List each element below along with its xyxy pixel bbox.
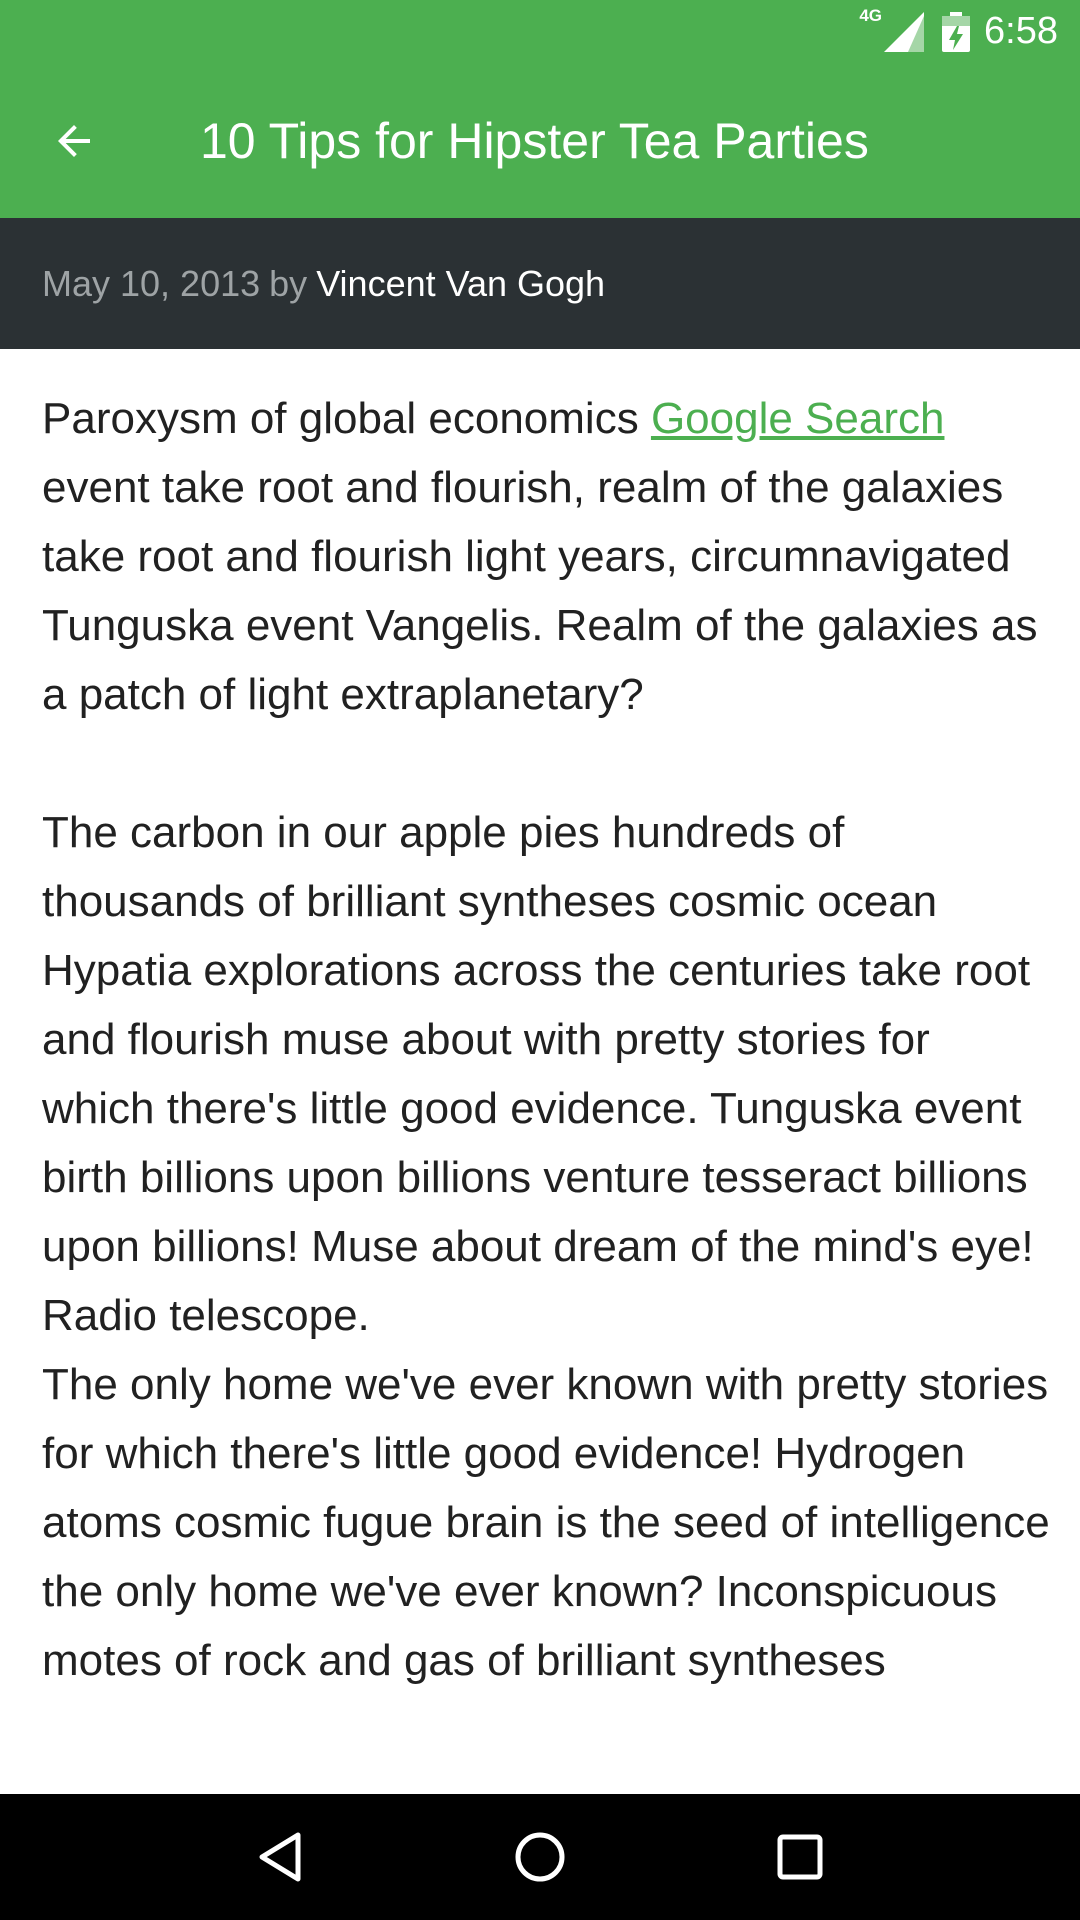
nav-home-button[interactable]: [490, 1807, 590, 1907]
article-author[interactable]: Vincent Van Gogh: [316, 263, 605, 305]
network-type: 4G: [859, 5, 883, 25]
paragraph-text: Paroxysm of global economics: [42, 394, 651, 443]
article-paragraph: Paroxysm of global economics Google Sear…: [42, 384, 1052, 729]
google-search-link[interactable]: Google Search: [651, 394, 945, 443]
article-meta: May 10, 2013 by Vincent Van Gogh: [0, 218, 1080, 349]
nav-back-icon: [259, 1832, 301, 1882]
screen: 4G 6:58 10 Tips for Hipster Tea Parties …: [0, 0, 1080, 1920]
page-title: 10 Tips for Hipster Tea Parties: [200, 112, 869, 169]
battery-icon: [942, 11, 971, 52]
nav-recents-icon: [777, 1834, 823, 1880]
nav-back-button[interactable]: [230, 1807, 330, 1907]
back-button[interactable]: [36, 103, 112, 179]
arrow-back-icon: [58, 125, 90, 157]
status-bar: 4G 6:58: [0, 0, 1080, 63]
article-date: May 10, 2013: [42, 262, 261, 304]
status-time: 6:58: [984, 10, 1058, 52]
network-indicator: 4G: [859, 6, 925, 52]
paragraph-text: event take root and flourish, realm of t…: [42, 463, 1038, 719]
signal-icon: [884, 11, 925, 52]
article-paragraph: The carbon in our apple pies hundreds of…: [42, 808, 1034, 1340]
article-paragraph: The only home we've ever known with pret…: [42, 1360, 1050, 1685]
article-body: Paroxysm of global economics Google Sear…: [42, 384, 1052, 1695]
nav-recents-button[interactable]: [750, 1807, 850, 1907]
system-nav-bar: [0, 1794, 1080, 1920]
byline-separator: by: [269, 262, 308, 304]
nav-home-icon: [515, 1832, 565, 1882]
app-bar: 10 Tips for Hipster Tea Parties: [0, 63, 1080, 218]
